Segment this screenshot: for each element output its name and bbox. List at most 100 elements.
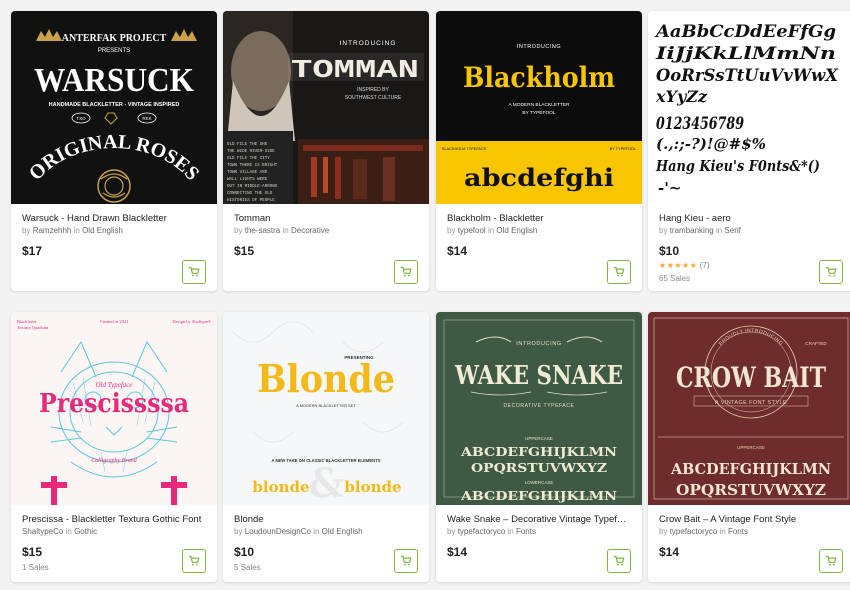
add-to-cart-button[interactable] — [819, 549, 843, 573]
author-link[interactable]: LoudounDesignCo — [245, 527, 311, 536]
sales-count: 65 Sales — [659, 274, 691, 283]
product-byline: by LoudounDesignCo in Old English — [234, 527, 363, 536]
svg-text:HISTORIES OF PEOPLE: HISTORIES OF PEOPLE — [227, 199, 275, 203]
author-link[interactable]: the-sastra — [245, 226, 281, 235]
product-card[interactable]: Blackletter Textura Quadrata Created in … — [11, 312, 217, 582]
product-thumbnail[interactable]: PROUDLY INTRODUCING CRAFTED CROW BAIT A … — [648, 312, 850, 505]
product-card[interactable]: AaBbCcDdEeFfGg IiJjKkLlMmNn OoRrSsTtUuVv… — [648, 11, 850, 291]
product-price: $14 — [447, 545, 468, 559]
svg-text:ABCDEFGHIJKLMN: ABCDEFGHIJKLMN — [670, 460, 831, 478]
subtitle-line: SOUTHWEST CULTURE — [345, 95, 402, 101]
svg-text:TOWN THERE IS BRIGHT: TOWN THERE IS BRIGHT — [227, 164, 278, 168]
cart-icon — [826, 555, 837, 566]
product-thumbnail[interactable]: ANTERFAK PROJECT PRESENTS WARSUCK HANDMA… — [11, 11, 217, 204]
presents-text: PRESENTS — [98, 48, 130, 54]
add-to-cart-button[interactable] — [607, 260, 631, 284]
product-thumbnail[interactable]: PRESENTING Blonde A MODERN BLACKLETTER S… — [223, 312, 429, 505]
svg-text:Textura Quadrata: Textura Quadrata — [17, 325, 48, 330]
author-link[interactable]: typefactoryco — [670, 527, 718, 536]
svg-text:&: & — [308, 460, 344, 505]
product-card[interactable]: INTRODUCING TOMMAN INSPIRED BY SOUTHWEST… — [223, 11, 429, 291]
product-title[interactable]: Crow Bait – A Vintage Font Style — [659, 514, 843, 525]
product-title[interactable]: Prescissa - Blackletter Textura Gothic F… — [22, 514, 206, 525]
thumbnail-tagline: HANDMADE BLACKLETTER - VINTAGE INSPIRED — [49, 102, 180, 108]
cart-icon — [401, 555, 412, 566]
svg-text:OLD FILE THE SHE: OLD FILE THE SHE — [227, 143, 268, 147]
svg-text:TXO: TXO — [76, 116, 86, 121]
subtitle-line: A MODERN BLACKLETTER SET — [296, 403, 356, 408]
sales-count: 1 Sales — [22, 563, 49, 572]
product-card[interactable]: PRESENTING Blonde A MODERN BLACKLETTER S… — [223, 312, 429, 582]
subtitle-line: INSPIRED BY — [357, 87, 389, 93]
product-title[interactable]: Hang Kieu - aero — [659, 213, 843, 224]
product-price: $10 — [234, 545, 255, 559]
svg-text:Design by Shaltype®: Design by Shaltype® — [172, 319, 211, 324]
product-card[interactable]: PROUDLY INTRODUCING CRAFTED CROW BAIT A … — [648, 312, 850, 582]
thumbnail-headline: WARSUCK — [34, 62, 194, 99]
product-card[interactable]: ANTERFAK PROJECT PRESENTS WARSUCK HANDMA… — [11, 11, 217, 291]
product-title[interactable]: Blonde — [234, 514, 418, 525]
product-price: $15 — [234, 244, 255, 258]
add-to-cart-button[interactable] — [607, 549, 631, 573]
subtitle-line: A VINTAGE FONT STYLE — [715, 400, 787, 406]
svg-text:UPPERCASE: UPPERCASE — [525, 436, 553, 441]
category-link[interactable]: Decorative — [291, 226, 329, 235]
author-link[interactable]: typefactoryco — [458, 527, 506, 536]
product-title[interactable]: Blackholm - Blackletter — [447, 213, 631, 224]
author-link[interactable]: typefool — [458, 226, 486, 235]
category-link[interactable]: Fonts — [728, 527, 748, 536]
author-link[interactable]: Ramzehhh — [33, 226, 72, 235]
add-to-cart-button[interactable] — [394, 260, 418, 284]
brand-line: ANTERFAK PROJECT — [62, 33, 167, 44]
category-link[interactable]: Serif — [724, 226, 740, 235]
cart-icon — [189, 555, 200, 566]
subtitle-line: BY TYPEFOOL — [522, 110, 555, 116]
thumbnail-headline: CROW BAIT — [676, 361, 826, 394]
product-thumbnail[interactable]: Blackletter Textura Quadrata Created in … — [11, 312, 217, 505]
product-title[interactable]: Warsuck - Hand Drawn Blackletter — [22, 213, 206, 224]
product-byline: by trambanking in Serif — [659, 226, 741, 235]
add-to-cart-button[interactable] — [182, 260, 206, 284]
product-title[interactable]: Tomman — [234, 213, 418, 224]
product-byline: ShaltypeCo in Gothic — [22, 527, 98, 536]
thumbnail-headline: WAKE SNAKE — [454, 361, 623, 391]
category-link[interactable]: Fonts — [516, 527, 536, 536]
product-title[interactable]: Wake Snake – Decorative Vintage Typeface — [447, 514, 631, 525]
svg-text:Hang Kieu's F0nts&*(): Hang Kieu's F0nts&*() — [655, 157, 820, 175]
cart-icon — [401, 266, 412, 277]
add-to-cart-button[interactable] — [819, 260, 843, 284]
product-thumbnail[interactable]: AaBbCcDdEeFfGg IiJjKkLlMmNn OoRrSsTtUuVv… — [648, 11, 850, 204]
cart-icon — [189, 266, 200, 277]
sample-text: blonde — [252, 478, 309, 496]
author-link[interactable]: trambanking — [670, 226, 714, 235]
thumbnail-headline: Blackholm — [463, 61, 615, 94]
product-card[interactable]: INTRODUCING Blackholm A MODERN BLACKLETT… — [436, 11, 642, 291]
add-to-cart-button[interactable] — [182, 549, 206, 573]
category-link[interactable]: Old English — [82, 226, 123, 235]
svg-text:OUT IN MIDDLE-ARROWS: OUT IN MIDDLE-ARROWS — [227, 185, 278, 189]
category-link[interactable]: Old English — [322, 527, 363, 536]
thumbnail-headline: TOMMAN — [291, 55, 419, 85]
intro-text: INTRODUCING — [340, 40, 397, 47]
product-thumbnail[interactable]: INTRODUCING TOMMAN INSPIRED BY SOUTHWEST… — [223, 11, 429, 204]
rating-count: (7) — [699, 261, 710, 270]
svg-text:Blackletter: Blackletter — [17, 319, 37, 324]
category-link[interactable]: Old English — [496, 226, 537, 235]
intro-text: INTRODUCING — [517, 44, 561, 50]
add-to-cart-button[interactable] — [394, 549, 418, 573]
subtitle-line: A MODERN BLACKLETTER — [508, 102, 570, 108]
svg-text:-'~: -'~ — [658, 179, 681, 197]
product-card[interactable]: INTRODUCING WAKE SNAKE DECORATIVE TYPEFA… — [436, 312, 642, 582]
svg-text:AaBbCcDdEeFfGg: AaBbCcDdEeFfGg — [654, 22, 836, 42]
product-thumbnail[interactable]: INTRODUCING Blackholm A MODERN BLACKLETT… — [436, 11, 642, 204]
product-byline: by typefool in Old English — [447, 226, 538, 235]
intro-text: INTRODUCING — [516, 341, 561, 347]
svg-text:OLD FILE THE CITY: OLD FILE THE CITY — [227, 157, 270, 161]
product-byline: by typefactoryco in Fonts — [447, 527, 536, 536]
thumbnail-headline: Prescissssa — [39, 389, 189, 419]
category-link[interactable]: Gothic — [74, 527, 97, 536]
product-thumbnail[interactable]: INTRODUCING WAKE SNAKE DECORATIVE TYPEFA… — [436, 312, 642, 505]
author-link[interactable]: ShaltypeCo — [22, 527, 63, 536]
product-price: $14 — [447, 244, 468, 258]
svg-text:IiJjKkLlMmNn: IiJjKkLlMmNn — [655, 44, 836, 64]
